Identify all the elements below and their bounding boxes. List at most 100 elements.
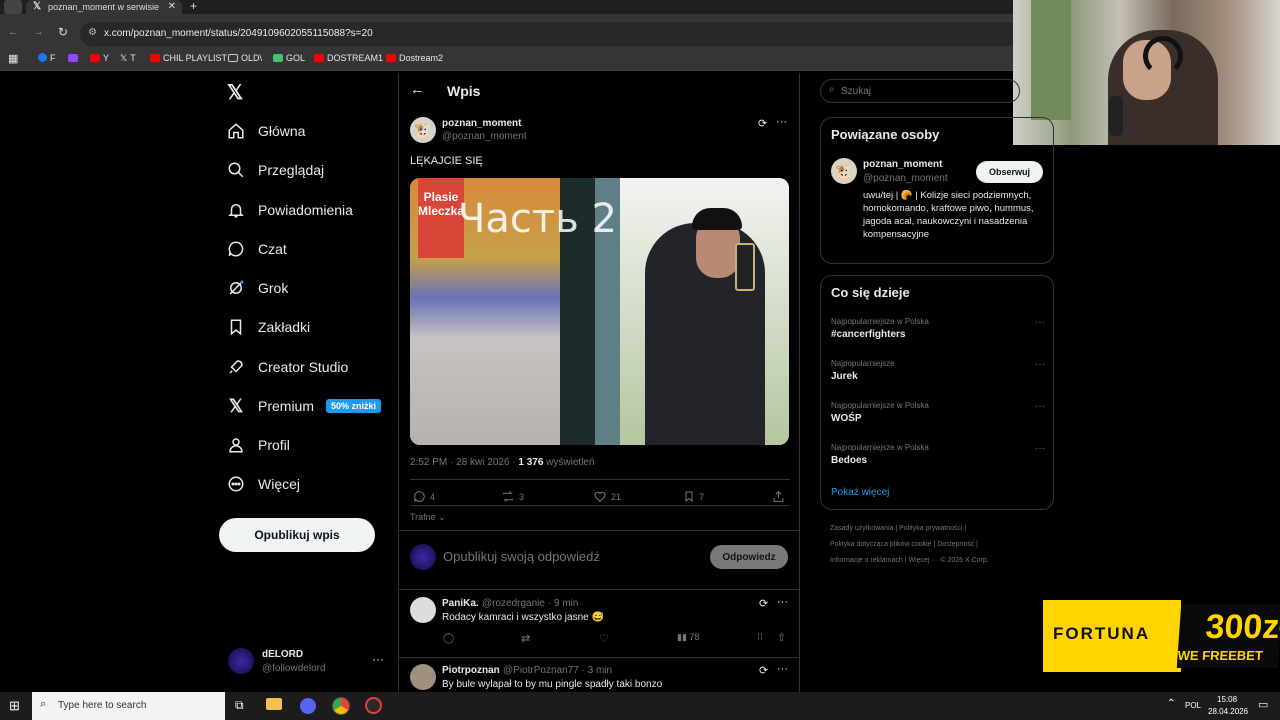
follow-button[interactable]: Obserwuj: [976, 161, 1043, 183]
app-icon[interactable]: [365, 697, 382, 714]
bell-icon: [226, 200, 246, 220]
more-dots-icon[interactable]: ···: [776, 116, 787, 128]
avatar[interactable]: 🐮: [410, 117, 436, 143]
nav-more[interactable]: Więcej: [226, 470, 300, 498]
file-explorer-icon[interactable]: [266, 698, 282, 710]
grok-icon[interactable]: ⟳: [759, 597, 768, 610]
show-more-link[interactable]: Pokaż więcej: [831, 487, 889, 498]
reply-input[interactable]: Opublikuj swoją odpowiedź: [443, 549, 600, 564]
clock-date[interactable]: 28.04.2026: [1208, 707, 1248, 716]
sort-dropdown[interactable]: Trafne ⌄: [410, 512, 446, 523]
avatar[interactable]: 🐮: [831, 158, 857, 184]
reply-author[interactable]: PaniKa.: [442, 598, 479, 609]
more-dots-icon[interactable]: ···: [1035, 359, 1045, 370]
repost-button[interactable]: 3: [501, 490, 524, 503]
bookmark-item[interactable]: [68, 53, 81, 63]
trend-item[interactable]: Najpopularniejsze w Polska Bedoes ···: [831, 443, 1045, 466]
reply-author[interactable]: Piotrpoznan: [442, 665, 500, 676]
more-dots-icon[interactable]: ···: [1035, 401, 1045, 412]
account-switcher[interactable]: dELORD @followdelord ···: [226, 646, 386, 678]
trend-item[interactable]: Najpopularniejsze w Polska #cancerfighte…: [831, 317, 1045, 340]
bookmark-item[interactable]: OLD\: [228, 53, 262, 63]
like-button[interactable]: 21: [593, 490, 621, 503]
nav-premium[interactable]: 𝕏 Premium 50% zniżki: [226, 392, 382, 420]
grok-icon[interactable]: ⟳: [758, 117, 767, 130]
trend-item[interactable]: Najpopularniejsze Jurek ···: [831, 359, 1045, 382]
reply-item[interactable]: Piotrpoznan @PiotrPoznan77 · 3 min ⟳ ···…: [399, 658, 799, 693]
nav-chat[interactable]: Czat: [226, 235, 287, 263]
reply-submit-button[interactable]: Odpowiedz: [710, 545, 788, 569]
bookmark-item[interactable]: CHIL PLAYLIST: [150, 53, 227, 63]
more-dots-icon[interactable]: ···: [1035, 317, 1045, 328]
task-view-icon[interactable]: ⧉: [235, 698, 244, 713]
post-video[interactable]: Plasie Mleczka Часть 2: [410, 178, 789, 445]
footer-links-2[interactable]: Polityka dotycząca plików cookie | Dostę…: [830, 541, 978, 548]
taskbar-search-input[interactable]: ⌕ Type here to search: [32, 692, 225, 720]
tray-chevron-icon[interactable]: ⌃: [1167, 698, 1175, 709]
share-button[interactable]: [772, 490, 789, 503]
windows-start-icon[interactable]: ⊞: [9, 698, 20, 714]
share-icon[interactable]: ⇧: [777, 631, 786, 644]
footer-links-3[interactable]: Informacje o reklamach | Więcej ··· © 20…: [830, 557, 989, 564]
tab-list-button[interactable]: [4, 0, 22, 14]
more-dots-icon[interactable]: ···: [1035, 443, 1045, 454]
reply-button[interactable]: 4: [413, 490, 435, 503]
nav-creator-studio[interactable]: Creator Studio: [226, 353, 348, 381]
nav-label: Grok: [258, 280, 289, 296]
footer-links-1[interactable]: Zasady użytkowania | Polityka prywatnośc…: [830, 525, 966, 532]
trend-item[interactable]: Najpopularniejsze w Polska WOŚP ···: [831, 401, 1045, 424]
nav-grok[interactable]: Grok: [226, 274, 288, 302]
language-indicator[interactable]: POL: [1185, 701, 1201, 710]
reply-item[interactable]: PaniKa. @rozedrganie · 9 min ⟳ ··· Rodac…: [399, 589, 799, 657]
nav-bookmarks[interactable]: Zakładki: [226, 313, 310, 341]
nav-home[interactable]: Główna: [226, 117, 305, 145]
views-icon[interactable]: ▮▮ 78: [677, 632, 699, 643]
more-dots-icon[interactable]: ···: [372, 652, 384, 666]
webcam-window-frame: [1031, 0, 1071, 120]
browser-tab[interactable]: 𝕏 poznan_moment w serwisie ✕: [26, 0, 182, 14]
bookmark-icon: [226, 317, 246, 337]
reply-handle[interactable]: @PiotrPoznan77 · 3 min: [503, 665, 612, 676]
more-dots-icon[interactable]: ···: [777, 596, 788, 608]
x-logo-icon[interactable]: 𝕏: [227, 80, 243, 105]
bookmark-item[interactable]: DOSTREAM1: [314, 53, 383, 63]
notification-icon[interactable]: ▭: [1258, 698, 1268, 711]
bookmark-item[interactable]: F: [38, 53, 56, 63]
search-input[interactable]: ⌕ Szukaj: [820, 79, 1020, 103]
nav-explore[interactable]: Przeglądaj: [226, 156, 324, 184]
fortuna-logo-box: FORTUNA: [1043, 600, 1181, 672]
tab-close-icon[interactable]: ✕: [168, 1, 176, 12]
post-time[interactable]: 2:52 PM · 28 kwi 2026 ·: [410, 457, 518, 468]
repost-icon[interactable]: ⇄: [521, 632, 530, 645]
new-tab-button[interactable]: +: [190, 0, 197, 13]
nav-profile[interactable]: Profil: [226, 431, 290, 459]
bookmark-icon[interactable]: ⌷: [757, 632, 763, 643]
related-name[interactable]: poznan_moment: [863, 159, 942, 170]
url-input[interactable]: ⚙ x.com/poznan_moment/status/20491096020…: [80, 22, 1020, 46]
apps-icon[interactable]: ▦: [8, 52, 18, 65]
grok-icon[interactable]: ⟳: [759, 664, 768, 677]
bookmark-item[interactable]: 𝕏T: [120, 53, 136, 64]
reload-icon[interactable]: ↻: [58, 25, 68, 39]
forward-icon[interactable]: →: [33, 26, 44, 38]
nav-notifications[interactable]: Powiadomienia: [226, 196, 353, 224]
bookmark-item[interactable]: Dostream2: [386, 53, 443, 63]
reply-handle[interactable]: @rozedrganie · 9 min: [482, 598, 578, 609]
post-author-handle[interactable]: @poznan_moment: [442, 131, 527, 142]
related-handle[interactable]: @poznan_moment: [863, 173, 948, 184]
chrome-icon[interactable]: [332, 697, 350, 715]
post-author-name[interactable]: poznan_moment: [442, 118, 521, 129]
bookmark-item[interactable]: GOL: [273, 53, 305, 63]
bookmark-button[interactable]: 7: [683, 490, 704, 503]
clock-time[interactable]: 15:08: [1217, 695, 1237, 704]
more-dots-icon[interactable]: ···: [777, 663, 788, 675]
back-arrow-icon[interactable]: ←: [410, 81, 425, 98]
discord-icon[interactable]: [300, 698, 316, 714]
back-icon[interactable]: ←: [8, 26, 19, 38]
related-people-card: Powiązane osoby 🐮 poznan_moment @poznan_…: [820, 117, 1054, 264]
site-info-icon[interactable]: ⚙: [88, 27, 97, 38]
reply-icon[interactable]: ◯: [443, 633, 454, 644]
heart-icon[interactable]: ♡: [599, 632, 609, 645]
bookmark-item[interactable]: Y: [90, 53, 109, 63]
publish-post-button[interactable]: Opublikuj wpis: [219, 518, 375, 552]
